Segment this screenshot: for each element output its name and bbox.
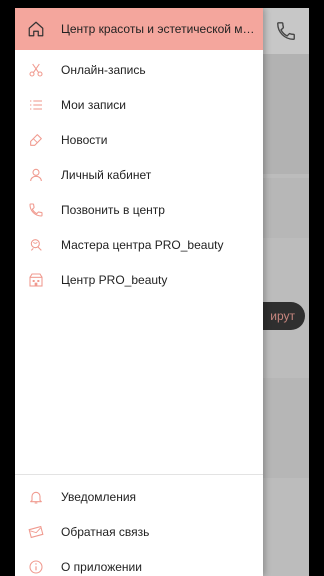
phone-icon [27,201,45,219]
menu-item-label: Мои записи [61,97,126,112]
menu-item-label: Позвонить в центр [61,202,165,217]
menu-item-label: О приложении [61,559,142,574]
menu-item-label: Личный кабинет [61,167,152,182]
drawer-bottom-section: Уведомления Обратная связь О приложении [15,474,263,576]
scissors-icon [27,61,45,79]
menu-item-masters[interactable]: Мастера центра PRO_beauty [15,227,263,262]
menu-item-label: Уведомления [61,489,137,504]
drawer-title: Центр красоты и эстетической медиц... [61,22,259,36]
list-icon [27,96,45,114]
menu-item-my-bookings[interactable]: Мои записи [15,87,263,122]
menu-item-label: Онлайн-запись [61,62,146,77]
masters-icon [27,236,45,254]
menu-item-label: Центр PRO_beauty [61,272,168,287]
menu-item-label: Обратная связь [61,524,150,539]
drawer-header[interactable]: Центр красоты и эстетической медиц... [15,8,263,50]
home-icon [28,21,44,37]
megaphone-icon [27,131,45,149]
drawer-menu: Онлайн-запись Мои записи Новости Личный … [15,52,263,297]
menu-item-label: Мастера центра PRO_beauty [61,237,224,252]
phone-frame: ирут Центр красоты и эстетической медиц.… [0,0,324,576]
drawer-bottom-menu: Уведомления Обратная связь О приложении [15,475,263,576]
menu-item-call-center[interactable]: Позвонить в центр [15,192,263,227]
menu-item-news[interactable]: Новости [15,122,263,157]
navigation-drawer: Центр красоты и эстетической медиц... Он… [15,8,263,576]
menu-item-center[interactable]: Центр PRO_beauty [15,262,263,297]
user-icon [27,166,45,184]
menu-item-notifications[interactable]: Уведомления [15,479,263,514]
menu-item-feedback[interactable]: Обратная связь [15,514,263,549]
info-icon [27,558,45,576]
feedback-icon [27,523,45,541]
menu-item-online-booking[interactable]: Онлайн-запись [15,52,263,87]
building-icon [27,271,45,289]
screen: ирут Центр красоты и эстетической медиц.… [15,8,309,576]
menu-item-label: Новости [61,132,108,147]
menu-item-account[interactable]: Личный кабинет [15,157,263,192]
menu-item-about[interactable]: О приложении [15,549,263,576]
bell-icon [27,488,45,506]
